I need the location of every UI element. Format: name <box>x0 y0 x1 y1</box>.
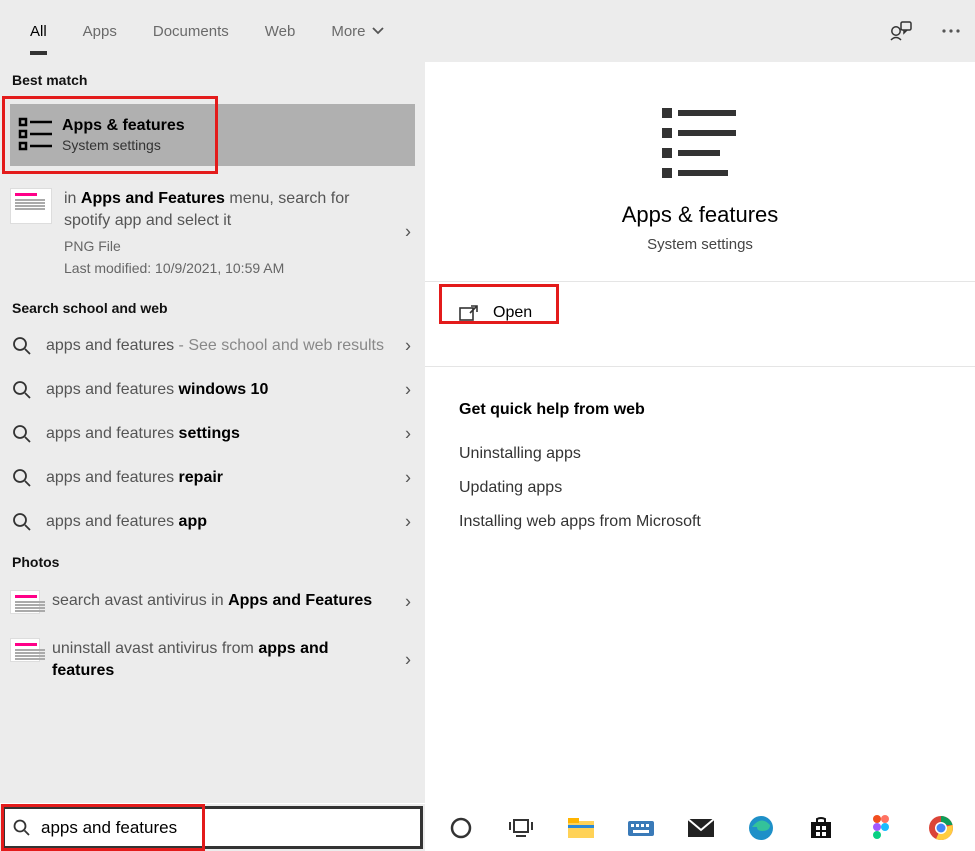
file-modified-label: Last modified: 10/9/2021, 10:59 AM <box>64 260 389 276</box>
chevron-right-icon: › <box>405 380 411 401</box>
file-result[interactable]: in Apps and Features menu, search for sp… <box>0 174 425 290</box>
file-type-label: PNG File <box>64 238 389 254</box>
web-result-text: apps and features windows 10 <box>46 379 268 401</box>
search-icon <box>12 512 32 532</box>
open-label: Open <box>493 304 532 322</box>
web-result-text: apps and features - See school and web r… <box>46 335 384 357</box>
help-link[interactable]: Updating apps <box>425 471 975 505</box>
best-match-result[interactable]: Apps & features System settings <box>0 96 425 174</box>
section-schoolweb-label: Search school and web <box>0 290 425 324</box>
tab-all[interactable]: All <box>12 9 65 53</box>
chrome-icon[interactable] <box>927 814 955 842</box>
help-link[interactable]: Uninstalling apps <box>425 437 975 471</box>
web-result[interactable]: apps and features app › <box>0 500 425 544</box>
divider <box>425 281 975 282</box>
more-options-icon[interactable] <box>941 28 961 34</box>
search-icon <box>12 336 32 356</box>
file-explorer-icon[interactable] <box>567 814 595 842</box>
microsoft-store-icon[interactable] <box>807 814 835 842</box>
search-icon <box>12 468 32 488</box>
photo-thumbnail-icon <box>10 638 40 662</box>
task-view-icon[interactable] <box>507 814 535 842</box>
onscreen-keyboard-icon[interactable] <box>627 814 655 842</box>
help-heading: Get quick help from web <box>425 367 975 437</box>
search-icon <box>12 380 32 400</box>
photo-result-title: uninstall avast antivirus from apps and … <box>52 638 389 682</box>
chevron-right-icon: › <box>405 592 411 613</box>
best-match-subtitle: System settings <box>62 137 185 153</box>
figma-icon[interactable] <box>867 814 895 842</box>
file-thumbnail-icon <box>10 188 52 224</box>
file-result-title: in Apps and Features menu, search for sp… <box>64 188 389 232</box>
preview-title: Apps & features <box>425 202 975 228</box>
chevron-right-icon: › <box>405 650 411 671</box>
open-external-icon <box>459 304 479 322</box>
best-match-title: Apps & features <box>62 117 185 135</box>
photo-result[interactable]: uninstall avast antivirus from apps and … <box>0 626 425 694</box>
taskbar-search-box[interactable] <box>2 806 423 849</box>
chevron-right-icon: › <box>405 336 411 357</box>
apps-features-large-icon <box>658 102 742 182</box>
section-best-match-label: Best match <box>0 62 425 96</box>
edge-browser-icon[interactable] <box>747 814 775 842</box>
open-action[interactable]: Open <box>425 288 566 338</box>
web-result[interactable]: apps and features repair › <box>0 456 425 500</box>
tab-web[interactable]: Web <box>247 9 314 53</box>
web-result-text: apps and features repair <box>46 467 223 489</box>
web-result-text: apps and features app <box>46 511 207 533</box>
chevron-right-icon: › <box>405 424 411 445</box>
photo-thumbnail-icon <box>10 590 40 614</box>
preview-subtitle: System settings <box>425 236 975 253</box>
chevron-right-icon: › <box>405 512 411 533</box>
web-result[interactable]: apps and features settings › <box>0 412 425 456</box>
chevron-down-icon <box>372 27 384 35</box>
search-icon <box>13 819 31 837</box>
chevron-right-icon: › <box>405 222 411 243</box>
taskbar-search-input[interactable] <box>41 818 412 838</box>
web-result[interactable]: apps and features - See school and web r… <box>0 324 425 368</box>
web-result-text: apps and features settings <box>46 423 240 445</box>
chevron-right-icon: › <box>405 468 411 489</box>
help-link[interactable]: Installing web apps from Microsoft <box>425 505 975 539</box>
tab-more[interactable]: More <box>313 9 401 53</box>
search-icon <box>12 424 32 444</box>
web-result[interactable]: apps and features windows 10 › <box>0 368 425 412</box>
feedback-icon[interactable] <box>889 20 913 42</box>
tab-apps[interactable]: Apps <box>65 9 135 53</box>
tab-documents[interactable]: Documents <box>135 9 247 53</box>
tab-more-label: More <box>331 23 365 40</box>
section-photos-label: Photos <box>0 544 425 578</box>
photo-result-title: search avast antivirus in Apps and Featu… <box>52 590 372 612</box>
cortana-icon[interactable] <box>447 814 475 842</box>
apps-features-icon <box>18 115 54 155</box>
mail-icon[interactable] <box>687 814 715 842</box>
photo-result[interactable]: search avast antivirus in Apps and Featu… <box>0 578 425 626</box>
